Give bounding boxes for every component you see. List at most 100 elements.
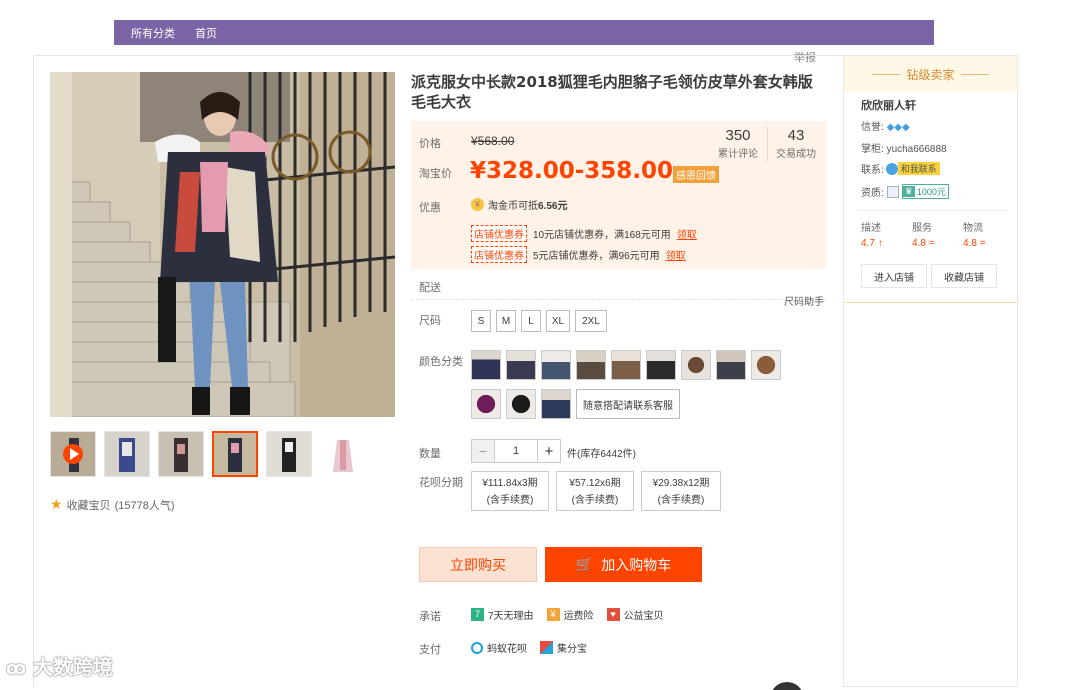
product-title: 派克服女中长款2018狐狸毛内胆貉子毛领仿皮草外套女韩版毛毛大衣 (411, 73, 813, 111)
color-swatch[interactable] (541, 389, 571, 419)
size-option[interactable]: 2XL (575, 310, 607, 332)
color-swatch[interactable] (646, 350, 676, 380)
score-trend: = (979, 238, 986, 249)
trades-stat: 43 交易成功 (770, 127, 822, 160)
promise-item[interactable]: 7 7天无理由 (471, 607, 534, 622)
thumbnail[interactable] (320, 431, 366, 477)
seller-rank-header: 钻级卖家 (844, 56, 1017, 92)
top-nav: 所有分类 首页 (114, 20, 934, 45)
color-swatch[interactable] (471, 350, 501, 380)
installment-option[interactable]: ¥111.84x3期 (含手续费) (471, 471, 549, 511)
thumbnail-video[interactable] (50, 431, 96, 477)
promise-item[interactable]: ¥ 运费险 (546, 607, 594, 622)
payment-label: 支付 (419, 644, 441, 656)
credit-row: 信誉: ◆◆◆ (861, 118, 910, 133)
installment-amount: ¥111.84x3期 (482, 478, 538, 489)
keeper-label: 掌柜: (861, 144, 884, 155)
size-option[interactable]: L (521, 310, 541, 332)
deposit-badge: ♛ 1000元 (901, 184, 949, 199)
keeper-value[interactable]: yucha666888 (887, 144, 947, 155)
promise-text: 公益宝贝 (623, 611, 664, 622)
color-swatch[interactable] (751, 350, 781, 380)
color-swatch[interactable] (576, 350, 606, 380)
color-swatch[interactable] (611, 350, 641, 380)
discount-label: 优惠 (419, 202, 441, 214)
enter-shop-button[interactable]: 进入店铺 (861, 264, 927, 288)
qualification-label: 资质: (861, 188, 884, 199)
jifenbao-icon (540, 641, 553, 654)
qty-minus-button[interactable]: − (471, 439, 495, 463)
payment-item[interactable]: 蚂蚁花呗 (471, 640, 527, 655)
divider (872, 73, 901, 75)
add-to-cart-button[interactable]: 🛒 加入购物车 (545, 547, 702, 582)
size-helper-link[interactable]: 尺码助手 (784, 293, 824, 308)
favorite-item[interactable]: ★ 收藏宝贝 (15778人气) (50, 496, 174, 513)
qty-input[interactable]: 1 (495, 439, 537, 463)
coupon-row: 店铺优惠券 5元店铺优惠券，满96元可用 领取 (471, 246, 686, 263)
color-swatch[interactable] (541, 350, 571, 380)
coin-text: 淘金币可抵 (488, 201, 538, 212)
watermark-logo-icon: ꝏ (6, 658, 26, 679)
color-swatch[interactable] (471, 389, 501, 419)
nav-all-categories[interactable]: 所有分类 (131, 25, 175, 41)
thumbnail[interactable] (266, 431, 312, 477)
divider (858, 210, 1008, 211)
payment-text: 集分宝 (557, 644, 587, 655)
stat-divider (767, 127, 768, 161)
score-label: 物流 (963, 223, 983, 234)
size-option[interactable]: XL (546, 310, 570, 332)
claim-coupon-link[interactable]: 领取 (677, 226, 697, 241)
score-value: 4.8 (963, 238, 977, 249)
score-trend: ↑ (877, 238, 883, 249)
color-swatch[interactable] (681, 350, 711, 380)
thumbnail[interactable] (104, 431, 150, 477)
watermark: ꝏ 大数跨境 (6, 651, 113, 680)
shop-scores: 描述 4.7 ↑ 服务 4.8 = 物流 4.8 = (861, 221, 1014, 251)
size-options: S M L XL 2XL (471, 310, 607, 332)
color-option-contact[interactable]: 随意搭配请联系客服 (576, 389, 680, 419)
favorite-shop-button[interactable]: 收藏店铺 (931, 264, 997, 288)
installment-fee: (含手续费) (657, 495, 705, 506)
favorite-label: 收藏宝贝 (66, 499, 111, 512)
promise-text: 7天无理由 (488, 611, 534, 622)
charity-icon: ♥ (606, 608, 620, 621)
coin-discount: ¥ 淘金币可抵 6.56元 (471, 197, 567, 212)
deposit-value: 1000元 (916, 187, 946, 197)
qty-plus-button[interactable]: + (537, 439, 561, 463)
add-to-cart-label: 加入购物车 (601, 556, 672, 573)
color-swatch[interactable] (506, 350, 536, 380)
reviews-stat[interactable]: 350 累计评论 (711, 127, 765, 160)
seller-rank: 钻级卖家 (906, 67, 955, 82)
price-label: 价格 (419, 138, 441, 150)
diamond-icon: ◆◆◆ (886, 122, 910, 133)
color-options: 随意搭配请联系客服 (471, 350, 801, 419)
size-option[interactable]: S (471, 310, 491, 332)
installment-amount: ¥29.38x12期 (652, 478, 710, 489)
buy-now-button[interactable]: 立即购买 (419, 547, 537, 582)
product-photo (50, 72, 395, 417)
nav-home[interactable]: 首页 (195, 25, 217, 41)
color-swatch[interactable] (506, 389, 536, 419)
coupon-tag: 店铺优惠券 (471, 225, 527, 242)
promise-item[interactable]: ♥ 公益宝贝 (606, 607, 664, 622)
product-main-image[interactable] (50, 72, 395, 417)
score-item: 物流 4.8 = (963, 221, 1014, 251)
installment-amount: ¥57.12x6期 (569, 478, 621, 489)
score-item: 描述 4.7 ↑ (861, 221, 912, 251)
thumbnail[interactable] (158, 431, 204, 477)
installment-option[interactable]: ¥29.38x12期 (含手续费) (641, 471, 721, 511)
payment-item[interactable]: 集分宝 (540, 640, 587, 655)
installment-options: ¥111.84x3期 (含手续费) ¥57.12x6期 (含手续费) ¥29.3… (471, 471, 721, 511)
size-option[interactable]: M (496, 310, 516, 332)
claim-coupon-link[interactable]: 领取 (666, 247, 686, 262)
installment-fee: (含手续费) (571, 495, 619, 506)
shop-name[interactable]: 欣欣丽人轩 (861, 97, 916, 113)
color-swatch[interactable] (716, 350, 746, 380)
thumbnail-active[interactable] (212, 431, 258, 477)
thanks-badge: 感恩回馈 (673, 166, 719, 183)
original-price: ¥568.00 (471, 134, 515, 148)
score-label: 描述 (861, 223, 881, 234)
contact-button[interactable]: 和我联系 (885, 162, 940, 175)
installment-option[interactable]: ¥57.12x6期 (含手续费) (556, 471, 634, 511)
coupon-tag: 店铺优惠券 (471, 246, 527, 263)
